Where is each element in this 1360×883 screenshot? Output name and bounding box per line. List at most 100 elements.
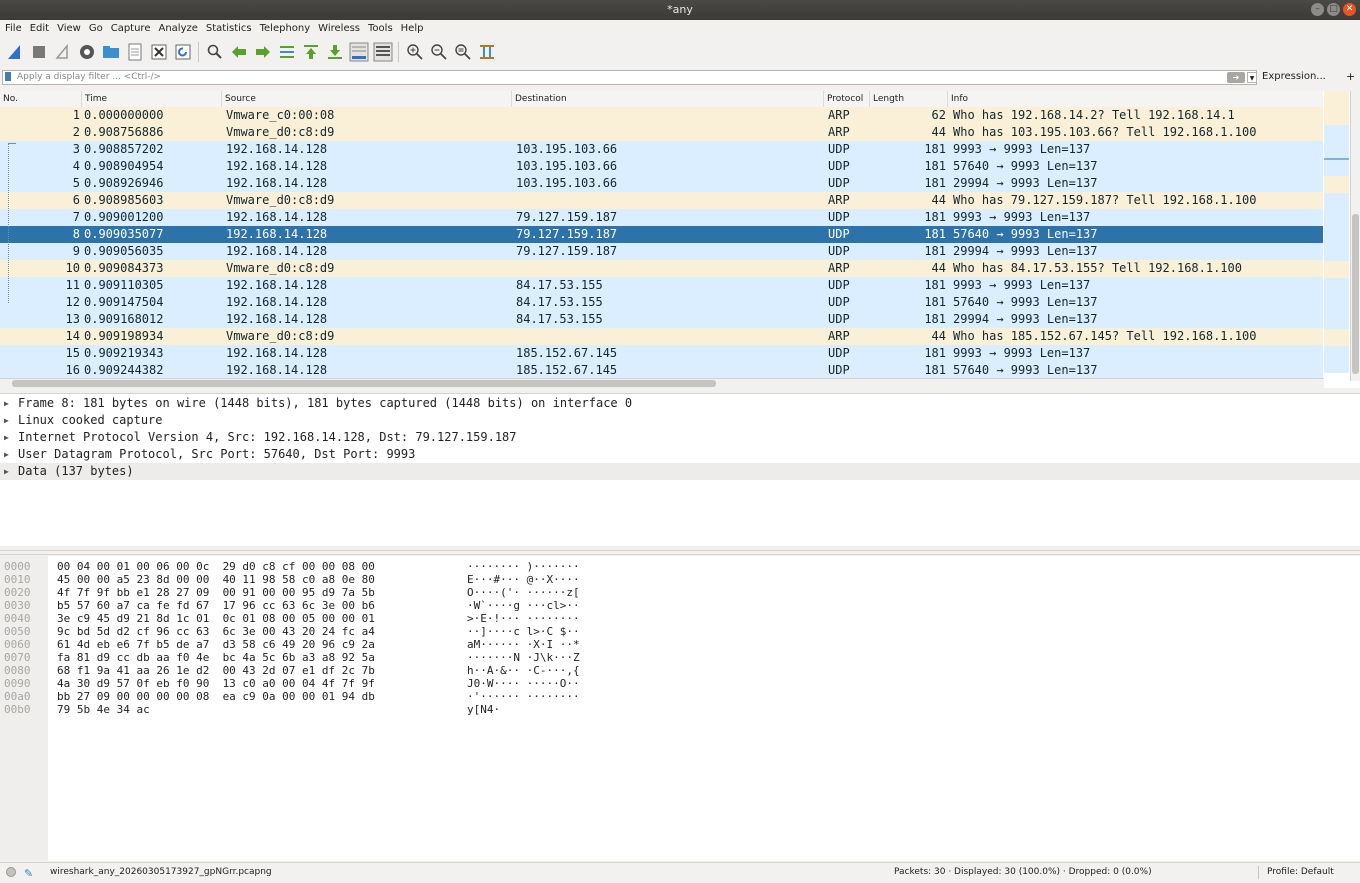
expand-arrow-icon[interactable]: ▶: [4, 412, 9, 429]
table-row[interactable]: 16 0.909244382 192.168.14.128 185.152.67.14…: [0, 362, 1323, 379]
ascii-bytes[interactable]: E···#··· @··X····: [467, 573, 580, 586]
close-file-icon[interactable]: [148, 42, 169, 63]
menu-file[interactable]: File: [0, 23, 26, 34]
menu-capture[interactable]: Capture: [107, 23, 155, 34]
table-row[interactable]: 11 0.909110305 192.168.14.128 84.17.53.155 U…: [0, 277, 1323, 294]
go-back-icon[interactable]: [228, 42, 249, 63]
ascii-bytes[interactable]: ·······N ·J\k···Z: [467, 651, 580, 664]
hex-bytes[interactable]: 68 f1 9a 41 aa 26 1e d2 00 43 2d 07 e1 d…: [57, 664, 375, 677]
packet-list-vertical-scrollbar[interactable]: [1350, 91, 1360, 381]
menu-statistics[interactable]: Statistics: [202, 23, 256, 34]
detail-tree-item[interactable]: ▶ Linux cooked capture: [0, 412, 1360, 429]
colorize-icon[interactable]: [372, 42, 393, 63]
hex-bytes[interactable]: 61 4d eb e6 7f b5 de a7 d3 58 c6 49 20 9…: [57, 638, 375, 651]
hex-bytes[interactable]: fa 81 d9 cc db aa f0 4e bc 4a 5c 6b a3 a…: [57, 651, 375, 664]
hex-bytes[interactable]: 4f 7f 9f bb e1 28 27 09 00 91 00 00 95 d…: [57, 586, 375, 599]
table-row[interactable]: 1 0.000000000 Vmware_c0:00:08 ARP 62 Who has …: [0, 107, 1323, 124]
detail-tree-item[interactable]: ▶ Data (137 bytes): [0, 463, 1360, 480]
table-row[interactable]: 13 0.909168012 192.168.14.128 84.17.53.155 U…: [0, 311, 1323, 328]
zoom-out-icon[interactable]: [428, 42, 449, 63]
hex-bytes[interactable]: 9c bd 5d d2 cf 96 cc 63 6c 3e 00 43 20 2…: [57, 625, 375, 638]
column-header-info[interactable]: Info: [948, 91, 1323, 107]
column-header-time[interactable]: Time: [82, 91, 222, 107]
menu-edit[interactable]: Edit: [26, 23, 53, 34]
packet-list-horizontal-scrollbar[interactable]: [0, 378, 1324, 388]
table-row[interactable]: 14 0.909198934 Vmware_d0:c8:d9 ARP 44 Who has…: [0, 328, 1323, 345]
table-row[interactable]: 9 0.909056035 192.168.14.128 79.127.159.187…: [0, 243, 1323, 260]
hex-bytes[interactable]: b5 57 60 a7 ca fe fd 67 17 96 cc 63 6c 3…: [57, 599, 375, 612]
detail-tree-item[interactable]: ▶ Internet Protocol Version 4, Src: 192.1…: [0, 429, 1360, 446]
first-packet-icon[interactable]: [300, 42, 321, 63]
expand-arrow-icon[interactable]: ▶: [4, 446, 9, 463]
hex-bytes[interactable]: 79 5b 4e 34 ac: [57, 703, 150, 716]
save-file-icon[interactable]: [124, 42, 145, 63]
table-row[interactable]: 4 0.908904954 192.168.14.128 103.195.103.66…: [0, 158, 1323, 175]
last-packet-icon[interactable]: [324, 42, 345, 63]
ascii-bytes[interactable]: ··]····c l>·C $··: [467, 625, 580, 638]
table-row[interactable]: 3 0.908857202 192.168.14.128 103.195.103.66…: [0, 141, 1323, 158]
table-row[interactable]: 5 0.908926946 192.168.14.128 103.195.103.66…: [0, 175, 1323, 192]
scrollbar-thumb[interactable]: [1352, 214, 1359, 374]
go-to-packet-icon[interactable]: [276, 42, 297, 63]
start-capture-icon[interactable]: [4, 42, 25, 63]
auto-scroll-icon[interactable]: [348, 42, 369, 63]
capture-options-icon[interactable]: [76, 42, 97, 63]
ascii-bytes[interactable]: aM······ ·X·I ··*: [467, 638, 580, 651]
table-row-selected[interactable]: 8 0.909035077 192.168.14.128 79.127.159.187…: [0, 226, 1323, 243]
menu-help[interactable]: Help: [397, 23, 428, 34]
expand-arrow-icon[interactable]: ▶: [4, 395, 9, 412]
table-row[interactable]: 10 0.909084373 Vmware_d0:c8:d9 ARP 44 Who has…: [0, 260, 1323, 277]
hex-bytes[interactable]: bb 27 09 00 00 00 00 08 ea c9 0a 00 00 0…: [57, 690, 375, 703]
close-button[interactable]: ✕: [1343, 3, 1356, 16]
add-filter-button[interactable]: +: [1346, 70, 1355, 83]
detail-tree-item[interactable]: ▶ User Datagram Protocol, Src Port: 57640…: [0, 446, 1360, 463]
hex-bytes[interactable]: 45 00 00 a5 23 8d 00 00 40 11 98 58 c0 a…: [57, 573, 375, 586]
expand-arrow-icon[interactable]: ▶: [4, 429, 9, 446]
expand-arrow-icon[interactable]: ▶: [4, 463, 9, 480]
go-forward-icon[interactable]: [252, 42, 273, 63]
zoom-in-icon[interactable]: [404, 42, 425, 63]
scrollbar-thumb[interactable]: [12, 380, 716, 387]
hex-bytes[interactable]: 00 04 00 01 00 06 00 0c 29 d0 c8 cf 00 0…: [57, 560, 375, 573]
detail-tree-item[interactable]: ▶ Frame 8: 181 bytes on wire (1448 bits),…: [0, 395, 1360, 412]
packet-minimap[interactable]: [1324, 91, 1349, 373]
ascii-bytes[interactable]: J0·W···· ·····O··: [467, 677, 580, 690]
hex-bytes[interactable]: 3e c9 45 d9 21 8d 1c 01 0c 01 08 00 05 0…: [57, 612, 375, 625]
column-header-no[interactable]: No.: [0, 91, 82, 107]
expression-button[interactable]: Expression...: [1262, 71, 1326, 82]
column-header-destination[interactable]: Destination: [512, 91, 824, 107]
expert-info-icon[interactable]: [6, 867, 16, 877]
restart-capture-icon[interactable]: [52, 42, 73, 63]
profile-status[interactable]: Profile: Default: [1267, 863, 1334, 882]
table-row[interactable]: 12 0.909147504 192.168.14.128 84.17.53.155 U…: [0, 294, 1323, 311]
table-row[interactable]: 15 0.909219343 192.168.14.128 185.152.67.14…: [0, 345, 1323, 362]
menu-analyze[interactable]: Analyze: [154, 23, 201, 34]
menu-tools[interactable]: Tools: [364, 23, 397, 34]
pane-splitter[interactable]: [0, 550, 1360, 555]
bookmark-icon[interactable]: [5, 72, 11, 81]
ascii-bytes[interactable]: ·'······ ········: [467, 690, 580, 703]
edit-comment-icon[interactable]: ✎: [24, 864, 33, 883]
table-row[interactable]: 6 0.908985603 Vmware_d0:c8:d9 ARP 44 Who has …: [0, 192, 1323, 209]
apply-filter-icon[interactable]: ➜: [1227, 72, 1245, 83]
open-file-icon[interactable]: [100, 42, 121, 63]
menu-telephony[interactable]: Telephony: [256, 23, 315, 34]
ascii-bytes[interactable]: O····('· ······z[: [467, 586, 580, 599]
table-row[interactable]: 7 0.909001200 192.168.14.128 79.127.159.187…: [0, 209, 1323, 226]
minimize-button[interactable]: –: [1311, 3, 1324, 16]
find-packet-icon[interactable]: [204, 42, 225, 63]
ascii-bytes[interactable]: y[N4·: [467, 703, 500, 716]
menu-view[interactable]: View: [53, 23, 85, 34]
column-header-source[interactable]: Source: [222, 91, 512, 107]
chevron-down-icon[interactable]: ▼: [1247, 72, 1257, 83]
ascii-bytes[interactable]: h··A·&·· ·C-···,{: [467, 664, 580, 677]
hex-bytes[interactable]: 4a 30 d9 57 0f eb f0 90 13 c0 a0 00 04 4…: [57, 677, 375, 690]
ascii-bytes[interactable]: ········ )·······: [467, 560, 580, 573]
ascii-bytes[interactable]: ·W`····g ···cl>··: [467, 599, 580, 612]
menu-go[interactable]: Go: [85, 23, 107, 34]
maximize-button[interactable]: □: [1327, 3, 1340, 16]
stop-capture-icon[interactable]: [28, 42, 49, 63]
resize-columns-icon[interactable]: [476, 42, 497, 63]
column-header-protocol[interactable]: Protocol: [824, 91, 870, 107]
display-filter-input[interactable]: Apply a display filter ... <Ctrl-/>: [2, 70, 1257, 85]
